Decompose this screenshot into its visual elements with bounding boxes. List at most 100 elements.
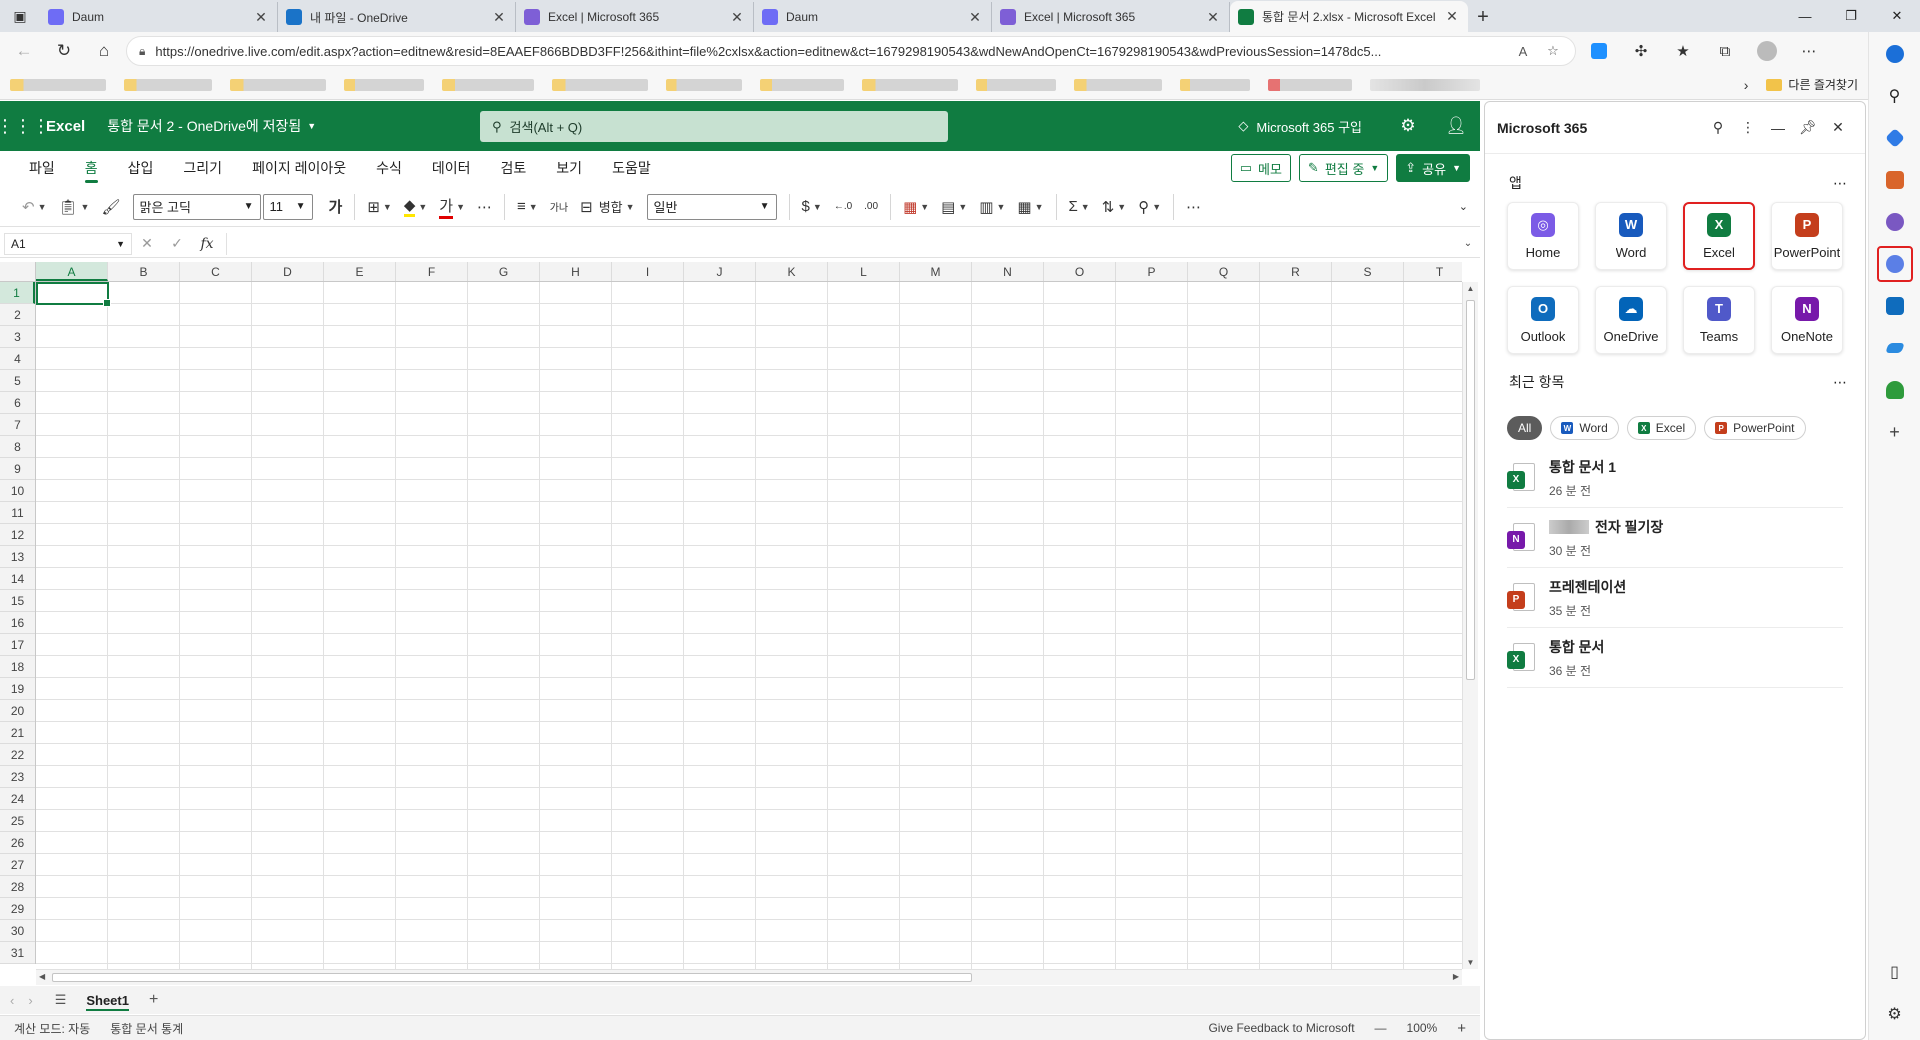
- other-favorites[interactable]: 다른 즐겨찾기: [1766, 76, 1858, 93]
- close-tab-icon[interactable]: ✕: [967, 9, 983, 26]
- row-header[interactable]: 2: [0, 304, 35, 326]
- cell-area[interactable]: [36, 282, 1462, 969]
- row-header[interactable]: 13: [0, 546, 35, 568]
- back-button[interactable]: ←: [6, 36, 42, 66]
- row-header[interactable]: 4: [0, 348, 35, 370]
- decrease-decimal-icon[interactable]: ←.0: [828, 192, 858, 222]
- more-options-icon[interactable]: ⋯: [1833, 175, 1847, 192]
- browser-tab[interactable]: 내 파일 - OneDrive ✕: [278, 2, 516, 32]
- close-tab-icon[interactable]: ✕: [1444, 8, 1460, 25]
- row-header[interactable]: 20: [0, 700, 35, 722]
- chevron-down-icon[interactable]: ▼: [307, 121, 316, 131]
- add-sidebar-icon[interactable]: +: [1877, 414, 1913, 450]
- app-tile[interactable]: ☁ OneDrive: [1595, 286, 1667, 354]
- scroll-up-icon[interactable]: ▲: [1463, 284, 1478, 293]
- favorite-link[interactable]: [760, 78, 844, 91]
- browser-tab[interactable]: Daum ✕: [754, 2, 992, 32]
- active-cell[interactable]: [36, 282, 111, 307]
- app-tile[interactable]: X Excel: [1683, 202, 1755, 270]
- extension-icon[interactable]: [1580, 36, 1618, 66]
- prev-sheet-icon[interactable]: ‹: [10, 993, 14, 1008]
- ribbon-tab[interactable]: 도움말: [597, 151, 666, 185]
- app-tile[interactable]: P PowerPoint: [1771, 202, 1843, 270]
- more-options-icon[interactable]: ⋯: [1833, 374, 1847, 391]
- ribbon-tab[interactable]: 파일: [14, 151, 70, 185]
- column-header[interactable]: H: [540, 262, 612, 281]
- insert-function-icon[interactable]: fx: [192, 236, 222, 252]
- find-button[interactable]: ⚲ ▼: [1132, 192, 1167, 222]
- new-tab-button[interactable]: +: [1468, 2, 1498, 32]
- recent-file-item[interactable]: N 전자 필기장 30 분 전: [1507, 508, 1843, 568]
- favorite-link[interactable]: [230, 78, 326, 91]
- games-icon[interactable]: [1877, 204, 1913, 240]
- column-header[interactable]: Q: [1188, 262, 1260, 281]
- row-header[interactable]: 5: [0, 370, 35, 392]
- filter-chip[interactable]: W Word: [1550, 416, 1619, 440]
- browser-tab[interactable]: Daum ✕: [40, 2, 278, 32]
- increase-decimal-button[interactable]: .00: [858, 192, 884, 222]
- tree-icon[interactable]: [1877, 372, 1913, 408]
- profile-avatar[interactable]: [1748, 36, 1786, 66]
- chevron-right-icon[interactable]: ›: [1744, 77, 1749, 93]
- column-header[interactable]: S: [1332, 262, 1404, 281]
- restore-icon[interactable]: ❐: [1828, 0, 1874, 32]
- font-color-button[interactable]: 가 ▼: [433, 192, 471, 222]
- favorite-link[interactable]: [1180, 78, 1250, 91]
- read-aloud-icon[interactable]: A: [1513, 44, 1533, 59]
- browser-tab[interactable]: 통합 문서 2.xlsx - Microsoft Excel ✕: [1230, 1, 1468, 32]
- minimize-panel-icon[interactable]: —: [1763, 120, 1793, 136]
- app-tile[interactable]: W Word: [1595, 202, 1667, 270]
- app-launcher-icon[interactable]: ⋮⋮⋮: [0, 101, 50, 151]
- sidebar-settings-icon[interactable]: ⚙: [1877, 996, 1913, 1032]
- column-header[interactable]: A: [36, 262, 108, 281]
- favorite-link[interactable]: [552, 78, 648, 91]
- search-icon[interactable]: ⚲: [1877, 78, 1913, 114]
- row-header[interactable]: 19: [0, 678, 35, 700]
- scroll-thumb[interactable]: [52, 973, 972, 982]
- workbook-stats[interactable]: 통합 문서 통계: [110, 1020, 183, 1037]
- hide-sidebar-icon[interactable]: ▯: [1877, 954, 1913, 990]
- row-header[interactable]: 29: [0, 898, 35, 920]
- row-header[interactable]: 27: [0, 854, 35, 876]
- browser-tab[interactable]: Excel | Microsoft 365 ✕: [516, 2, 754, 32]
- share-button[interactable]: ⇪ 공유 ▼: [1396, 154, 1470, 182]
- row-header[interactable]: 28: [0, 876, 35, 898]
- favorite-link[interactable]: [1370, 78, 1480, 91]
- home-button[interactable]: ⌂: [86, 36, 122, 66]
- wrap-text-button[interactable]: 가나: [544, 192, 574, 222]
- app-tile[interactable]: ◎ Home: [1507, 202, 1579, 270]
- close-tab-icon[interactable]: ✕: [253, 9, 269, 26]
- select-all-corner[interactable]: [0, 262, 36, 281]
- add-sheet-icon[interactable]: +: [149, 991, 158, 1009]
- row-header[interactable]: 6: [0, 392, 35, 414]
- add-favorite-icon[interactable]: ☆: [1543, 43, 1563, 59]
- app-tile[interactable]: T Teams: [1683, 286, 1755, 354]
- row-header[interactable]: 12: [0, 524, 35, 546]
- row-header[interactable]: 10: [0, 480, 35, 502]
- tab-actions-icon[interactable]: ▣: [0, 0, 40, 32]
- expand-formula-icon[interactable]: ⌄: [1456, 238, 1480, 249]
- row-header[interactable]: 22: [0, 744, 35, 766]
- row-header[interactable]: 7: [0, 414, 35, 436]
- collections-icon[interactable]: ⧉: [1706, 36, 1744, 66]
- row-header[interactable]: 24: [0, 788, 35, 810]
- ribbon-tab[interactable]: 삽입: [113, 151, 169, 185]
- next-sheet-icon[interactable]: ›: [28, 993, 32, 1008]
- align-button[interactable]: ≡ ▼: [511, 192, 544, 222]
- currency-button[interactable]: $ ▼: [796, 192, 828, 222]
- column-header[interactable]: C: [180, 262, 252, 281]
- favorite-link[interactable]: [976, 78, 1056, 91]
- close-tab-icon[interactable]: ✕: [729, 9, 745, 26]
- search-icon[interactable]: ⚲: [1703, 119, 1733, 136]
- app-name[interactable]: Excel: [46, 118, 85, 135]
- row-header[interactable]: 23: [0, 766, 35, 788]
- format-painter-icon[interactable]: 🖌︎: [95, 192, 126, 222]
- row-header[interactable]: 30: [0, 920, 35, 942]
- zoom-in-icon[interactable]: +: [1457, 1020, 1466, 1037]
- extensions-puzzle-icon[interactable]: ✣: [1622, 36, 1660, 66]
- insert-cells-button[interactable]: ▦ ▼: [1011, 192, 1049, 222]
- row-header[interactable]: 18: [0, 656, 35, 678]
- row-header[interactable]: 31: [0, 942, 35, 964]
- refresh-button[interactable]: ↻: [46, 36, 82, 66]
- column-header[interactable]: I: [612, 262, 684, 281]
